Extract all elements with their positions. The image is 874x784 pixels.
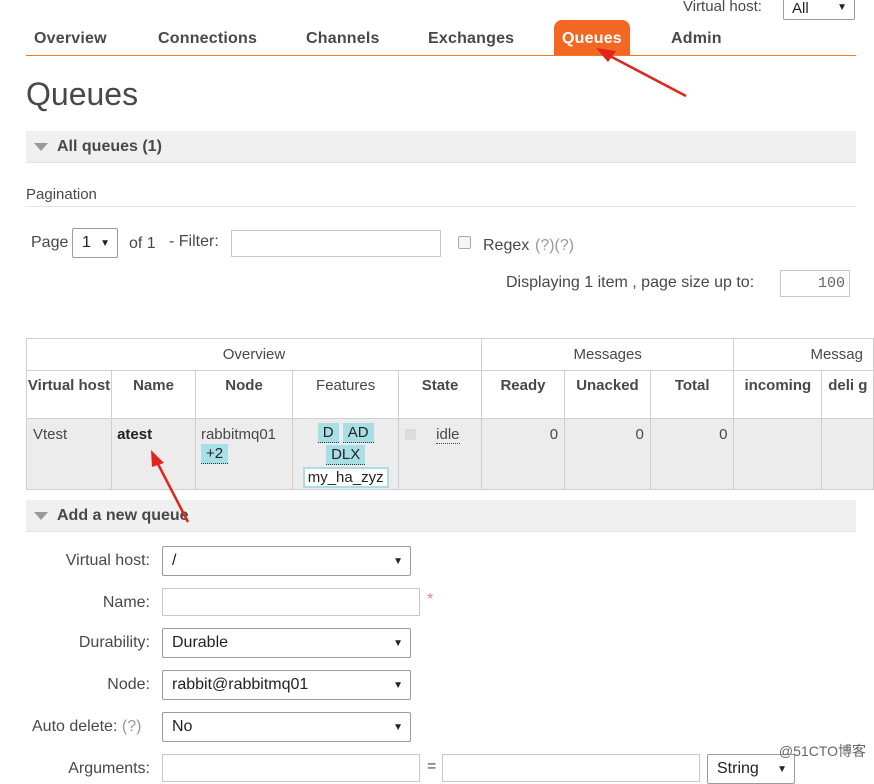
tab-queues[interactable]: Queues	[554, 20, 630, 55]
policy-tag[interactable]: my_ha_zyz	[302, 467, 389, 488]
display-text: Displaying 1 item , page size up to:	[506, 274, 755, 291]
autodelete-label: Auto delete:	[32, 718, 118, 735]
collapse-triangle-icon	[34, 143, 48, 151]
group-messages: Messages	[480, 338, 735, 371]
header-features: Features	[292, 370, 400, 419]
group-overview: Overview	[26, 338, 482, 371]
autodelete-select[interactable]: No ▼	[162, 712, 411, 742]
regex-checkbox[interactable]	[458, 236, 471, 249]
top-vhost-label: Virtual host:	[683, 0, 762, 15]
durability-label: Durability:	[78, 634, 150, 651]
tab-admin[interactable]: Admin	[671, 20, 722, 55]
group-message-rates: Messag	[733, 338, 874, 371]
queues-table: Overview Messages Messag Virtual host Na…	[25, 338, 874, 490]
page-size-input[interactable]	[780, 270, 850, 297]
page-select[interactable]: 1 ▼	[72, 228, 118, 258]
chevron-down-icon: ▼	[777, 764, 787, 775]
chevron-down-icon: ▼	[100, 238, 110, 249]
cell-state: idle	[398, 418, 482, 490]
header-name[interactable]: Name	[111, 370, 196, 419]
chevron-down-icon: ▼	[393, 556, 403, 567]
state-indicator-icon	[405, 429, 417, 440]
state-value: idle	[436, 426, 460, 444]
autodelete-help-link[interactable]: (?)	[122, 718, 142, 735]
node-select[interactable]: rabbit@rabbitmq01 ▼	[162, 670, 411, 700]
queue-name-link[interactable]: atest	[111, 418, 196, 490]
header-state[interactable]: State	[398, 370, 482, 419]
vhost-label: Virtual host:	[65, 552, 150, 569]
filter-input[interactable]	[231, 230, 441, 257]
header-node[interactable]: Node	[194, 370, 294, 419]
pagination-heading: Pagination	[26, 186, 97, 203]
add-queue-toggle[interactable]: Add a new queue	[26, 500, 856, 532]
cell-deliver	[821, 418, 874, 490]
filter-label: - Filter:	[169, 233, 219, 250]
cell-features: D AD DLX my_ha_zyz	[292, 418, 400, 490]
header-total[interactable]: Total	[649, 370, 735, 419]
cell-node: rabbitmq01 +2	[194, 418, 294, 490]
top-vhost-value: All	[792, 0, 809, 17]
cell-unacked: 0	[564, 418, 651, 490]
chevron-down-icon: ▼	[393, 680, 403, 691]
regex-label: Regex	[483, 237, 530, 254]
collapse-triangle-icon	[34, 512, 48, 520]
arguments-eq: =	[427, 758, 437, 775]
argument-key-input[interactable]	[162, 754, 420, 782]
node-mirror-count[interactable]: +2	[200, 444, 229, 464]
durability-select-value: Durable	[172, 634, 229, 651]
node-select-value: rabbit@rabbitmq01	[172, 676, 309, 693]
argument-type-value: String	[717, 760, 759, 777]
divider	[26, 206, 856, 207]
name-label: Name:	[102, 594, 150, 611]
add-queue-title: Add a new queue	[57, 507, 189, 524]
tab-exchanges[interactable]: Exchanges	[428, 20, 514, 55]
vhost-select-value: /	[172, 552, 177, 569]
argument-value-input[interactable]	[442, 754, 700, 782]
tab-connections[interactable]: Connections	[158, 20, 257, 55]
watermark: @51CTO博客	[778, 743, 866, 759]
all-queues-title: All queues (1)	[57, 138, 162, 155]
chevron-down-icon: ▼	[837, 2, 847, 13]
chevron-down-icon: ▼	[393, 722, 403, 733]
header-ready[interactable]: Ready	[480, 370, 566, 419]
main-nav: Overview Connections Channels Exchanges …	[26, 20, 856, 56]
vhost-select[interactable]: / ▼	[162, 546, 411, 576]
node-label: Node:	[107, 676, 150, 693]
autodelete-label-group: Auto delete: (?)	[32, 718, 141, 736]
tab-overview[interactable]: Overview	[34, 20, 107, 55]
cell-ready: 0	[480, 418, 566, 490]
regex-help-link[interactable]: (?)(?)	[535, 237, 574, 255]
header-incoming[interactable]: incoming	[733, 370, 823, 419]
cell-total: 0	[649, 418, 735, 490]
page-select-value: 1	[82, 234, 91, 251]
queue-name-input[interactable]	[162, 588, 420, 616]
header-virtual-host[interactable]: Virtual host	[25, 370, 113, 419]
all-queues-toggle[interactable]: All queues (1)	[26, 131, 856, 163]
feature-durable-tag[interactable]: D	[317, 423, 339, 443]
node-name: rabbitmq01	[200, 426, 277, 443]
header-deliver[interactable]: deli g	[821, 370, 874, 419]
feature-autodelete-tag[interactable]: AD	[342, 423, 374, 443]
autodelete-select-value: No	[172, 718, 193, 735]
required-mark: *	[427, 591, 434, 608]
cell-incoming	[733, 418, 823, 490]
feature-dlx-tag[interactable]: DLX	[326, 445, 366, 465]
durability-select[interactable]: Durable ▼	[162, 628, 411, 658]
tab-channels[interactable]: Channels	[306, 20, 380, 55]
table-row[interactable]: Vtest atest rabbitmq01 +2 D AD DLX my_ha…	[25, 418, 874, 490]
page-title: Queues	[26, 76, 139, 112]
chevron-down-icon: ▼	[393, 638, 403, 649]
top-vhost-select[interactable]: All ▼	[783, 0, 855, 20]
arguments-label: Arguments:	[68, 760, 150, 777]
header-unacked[interactable]: Unacked	[564, 370, 651, 419]
page-label: Page	[31, 234, 69, 251]
page-of-label: of 1	[129, 235, 156, 252]
cell-vhost: Vtest	[25, 418, 113, 490]
